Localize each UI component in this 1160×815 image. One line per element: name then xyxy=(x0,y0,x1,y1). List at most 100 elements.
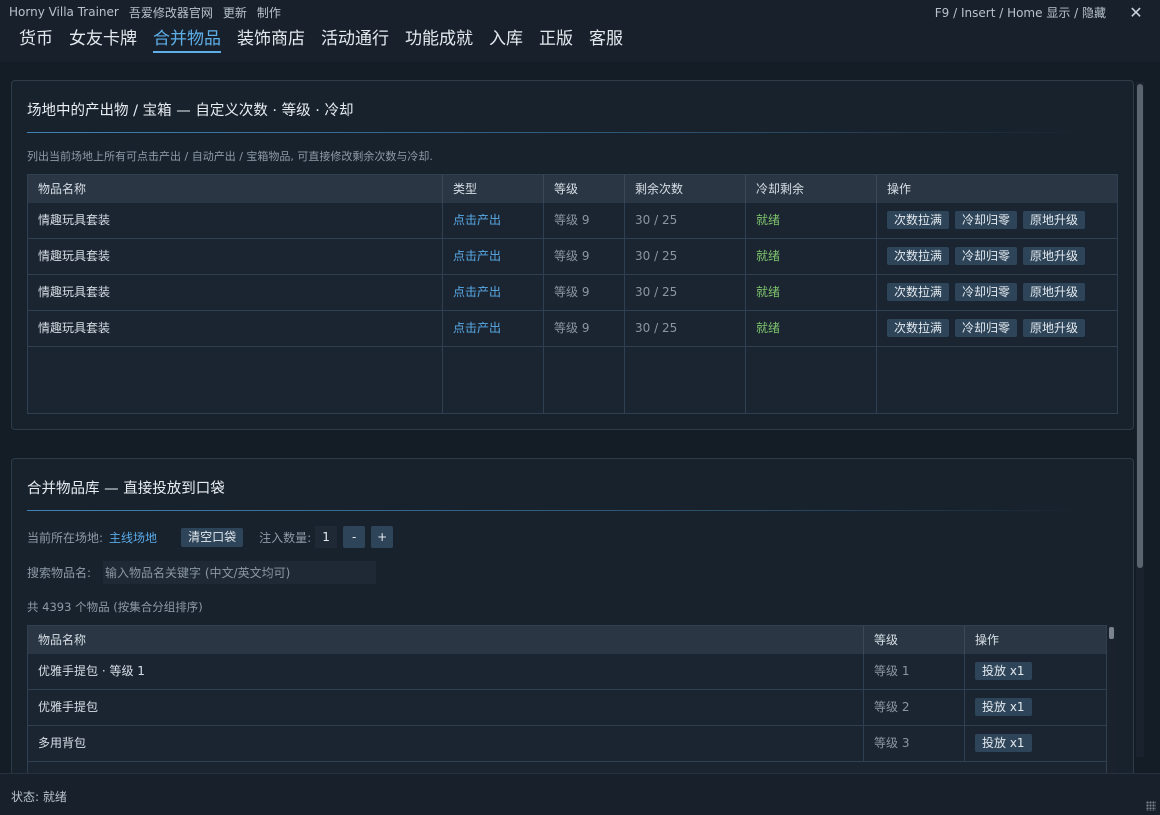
item-name: 情趣玩具套装 xyxy=(28,203,443,238)
column-header[interactable]: 冷却剩余 xyxy=(746,175,877,203)
official-site-link[interactable]: 吾爱修改器官网 xyxy=(129,4,213,21)
hotkey-hint: F9 / Insert / Home 显示 / 隐藏 xyxy=(934,6,1106,20)
reset-cooldown-button[interactable]: 冷却归零 xyxy=(955,283,1018,301)
main-tabs: 货币 女友卡牌 合并物品 装饰商店 活动通行 功能成就 入库 正版 客服 xyxy=(0,24,1160,62)
column-header[interactable]: 类型 xyxy=(443,175,544,203)
search-row: 搜索物品名: xyxy=(27,561,377,584)
credits-link[interactable]: 制作 xyxy=(257,4,281,21)
table-header: 物品名称 类型 等级 剩余次数 冷却剩余 操作 xyxy=(28,175,1117,203)
row-actions: 投放 x1 xyxy=(965,654,1106,689)
column-header[interactable]: 操作 xyxy=(965,626,1106,654)
tab-girlfriend-cards[interactable]: 女友卡牌 xyxy=(69,24,137,51)
library-table-scroll-thumb[interactable] xyxy=(1109,627,1114,639)
item-type[interactable]: 点击产出 xyxy=(443,203,544,238)
row-actions: 次数拉满 冷却归零 原地升级 xyxy=(877,311,1117,346)
table-empty-area xyxy=(28,347,877,413)
current-site-label: 当前所在场地: xyxy=(27,530,104,545)
item-level: 等级 1 xyxy=(864,654,965,689)
item-name: 优雅手提包 · 等级 1 xyxy=(28,654,864,689)
item-cooldown: 就绪 xyxy=(746,275,877,310)
column-header[interactable]: 操作 xyxy=(877,175,1117,203)
divider xyxy=(27,510,1082,511)
item-name: 优雅手提包 xyxy=(28,690,864,725)
status-bar: 状态: 就绪 xyxy=(0,773,1160,815)
table-row: 优雅手提包 等级 2 投放 x1 xyxy=(28,690,1106,726)
item-level: 等级 9 xyxy=(544,239,625,274)
tab-event-pass[interactable]: 活动通行 xyxy=(321,24,389,51)
app-title: Horny Villa Trainer xyxy=(9,5,119,19)
column-header[interactable]: 等级 xyxy=(864,626,965,654)
item-cooldown: 就绪 xyxy=(746,203,877,238)
status-text: 状态: 就绪 xyxy=(11,790,67,804)
row-actions: 次数拉满 冷却归零 原地升级 xyxy=(877,203,1117,238)
table-row: 情趣玩具套装 点击产出 等级 9 30 / 25 就绪 次数拉满 冷却归零 原地升级 xyxy=(28,239,1117,275)
item-type[interactable]: 点击产出 xyxy=(443,275,544,310)
upgrade-in-place-button[interactable]: 原地升级 xyxy=(1023,283,1086,301)
drop-item-button[interactable]: 投放 x1 xyxy=(975,698,1032,716)
library-table-scrollbar[interactable] xyxy=(1107,625,1116,775)
reset-cooldown-button[interactable]: 冷却归零 xyxy=(955,319,1018,337)
row-actions: 投放 x1 xyxy=(965,690,1106,725)
item-name: 多用背包 xyxy=(28,726,864,761)
search-input[interactable] xyxy=(103,561,377,584)
item-type[interactable]: 点击产出 xyxy=(443,311,544,346)
clear-pocket-button[interactable]: 清空口袋 xyxy=(181,527,244,547)
producers-description: 列出当前场地上所有可点击产出 / 自动产出 / 宝箱物品, 可直接修改剩余次数与… xyxy=(27,150,433,163)
table-row: 优雅手提包 · 等级 1 等级 1 投放 x1 xyxy=(28,654,1106,690)
update-link[interactable]: 更新 xyxy=(223,4,247,21)
tab-currency[interactable]: 货币 xyxy=(19,24,53,51)
title-bar: Horny Villa Trainer 吾爱修改器官网 更新 制作 F9 / I… xyxy=(0,0,1160,24)
item-name: 情趣玩具套装 xyxy=(28,311,443,346)
quantity-field[interactable]: 1 xyxy=(315,526,338,548)
tab-features-achievements[interactable]: 功能成就 xyxy=(405,24,473,51)
producers-table: 物品名称 类型 等级 剩余次数 冷却剩余 操作 情趣玩具套装 点击产出 等级 9… xyxy=(27,174,1118,414)
item-level: 等级 3 xyxy=(864,726,965,761)
column-header[interactable]: 物品名称 xyxy=(28,626,864,654)
item-cooldown: 就绪 xyxy=(746,239,877,274)
table-row: 情趣玩具套装 点击产出 等级 9 30 / 25 就绪 次数拉满 冷却归零 原地升级 xyxy=(28,311,1117,347)
item-remaining: 30 / 25 xyxy=(625,275,746,310)
table-row: 情趣玩具套装 点击产出 等级 9 30 / 25 就绪 次数拉满 冷却归零 原地升级 xyxy=(28,275,1117,311)
item-count-text: 共 4393 个物品 (按集合分组排序) xyxy=(27,600,203,614)
drop-item-button[interactable]: 投放 x1 xyxy=(975,734,1032,752)
max-count-button[interactable]: 次数拉满 xyxy=(887,283,950,301)
current-site-link[interactable]: 主线场地 xyxy=(109,529,157,546)
row-actions: 次数拉满 冷却归零 原地升级 xyxy=(877,275,1117,310)
increment-button[interactable]: + xyxy=(371,526,394,548)
library-table: 物品名称 等级 操作 优雅手提包 · 等级 1 等级 1 投放 x1 优雅手提包… xyxy=(27,625,1107,785)
resize-grip-icon[interactable] xyxy=(1146,801,1156,811)
item-level: 等级 9 xyxy=(544,275,625,310)
library-controls: 当前所在场地: 主线场地 清空口袋 注入数量: 1 - + xyxy=(27,526,394,548)
item-level: 等级 9 xyxy=(544,311,625,346)
tab-storage[interactable]: 入库 xyxy=(489,24,523,51)
reset-cooldown-button[interactable]: 冷却归零 xyxy=(955,211,1018,229)
drop-item-button[interactable]: 投放 x1 xyxy=(975,662,1032,680)
search-label: 搜索物品名: xyxy=(27,566,92,580)
tab-support[interactable]: 客服 xyxy=(589,24,623,51)
item-name: 情趣玩具套装 xyxy=(28,275,443,310)
item-remaining: 30 / 25 xyxy=(625,203,746,238)
quantity-label: 注入数量: xyxy=(259,530,312,545)
upgrade-in-place-button[interactable]: 原地升级 xyxy=(1023,319,1086,337)
reset-cooldown-button[interactable]: 冷却归零 xyxy=(955,247,1018,265)
column-header[interactable]: 等级 xyxy=(544,175,625,203)
tab-genuine[interactable]: 正版 xyxy=(539,24,573,51)
close-icon[interactable]: ✕ xyxy=(1124,0,1148,24)
upgrade-in-place-button[interactable]: 原地升级 xyxy=(1023,247,1086,265)
table-row: 情趣玩具套装 点击产出 等级 9 30 / 25 就绪 次数拉满 冷却归零 原地升级 xyxy=(28,203,1117,239)
max-count-button[interactable]: 次数拉满 xyxy=(887,319,950,337)
upgrade-in-place-button[interactable]: 原地升级 xyxy=(1023,211,1086,229)
main-scroll-thumb[interactable] xyxy=(1137,84,1143,568)
row-actions: 次数拉满 冷却归零 原地升级 xyxy=(877,239,1117,274)
max-count-button[interactable]: 次数拉满 xyxy=(887,211,950,229)
column-header[interactable]: 物品名称 xyxy=(28,175,443,203)
tab-merge-items[interactable]: 合并物品 xyxy=(153,24,221,53)
item-name: 情趣玩具套装 xyxy=(28,239,443,274)
item-type[interactable]: 点击产出 xyxy=(443,239,544,274)
item-remaining: 30 / 25 xyxy=(625,311,746,346)
max-count-button[interactable]: 次数拉满 xyxy=(887,247,950,265)
tab-decoration-shop[interactable]: 装饰商店 xyxy=(237,24,305,51)
producers-title: 场地中的产出物 / 宝箱 — 自定义次数 · 等级 · 冷却 xyxy=(27,103,354,119)
column-header[interactable]: 剩余次数 xyxy=(625,175,746,203)
decrement-button[interactable]: - xyxy=(343,526,366,548)
